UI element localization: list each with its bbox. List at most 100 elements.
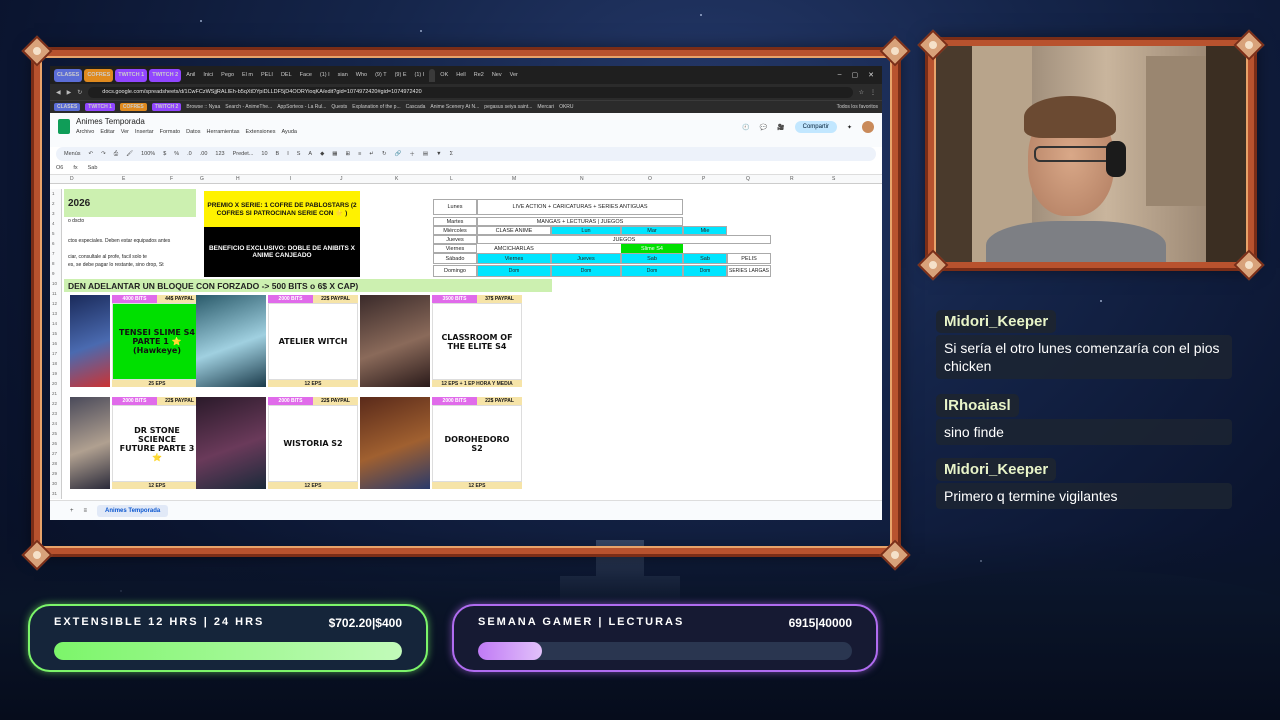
toolbar-item[interactable]: 123 [215,151,224,157]
row-number[interactable]: 21 [52,391,57,396]
browser-tab[interactable]: PELI [258,69,276,82]
anime-poster-image[interactable] [196,397,266,489]
chat-username[interactable]: lRhoaiasl [936,394,1019,417]
url-field[interactable]: docs.google.com/spreadsheets/d/1CwFCzWSj… [88,86,853,98]
row-number[interactable]: 27 [52,451,57,456]
browser-tab[interactable]: OK [437,69,451,82]
row-number[interactable]: 9 [52,271,55,276]
browser-tab[interactable]: El m [239,69,256,82]
row-number[interactable]: 5 [52,231,55,236]
row-number[interactable]: 6 [52,241,55,246]
schedule-day-label[interactable]: Sábado [433,253,477,264]
column-header[interactable]: H [236,176,240,182]
browser-tab[interactable]: Anil [183,69,198,82]
episode-count[interactable]: 25 EPS [112,380,202,387]
bookmark-item[interactable]: CLASES [54,103,81,111]
bits-price[interactable]: 2000 BITS [268,397,313,405]
browser-tab[interactable]: TWITCH 1 [115,68,148,82]
menu-item[interactable]: Herramientas [207,129,240,135]
beneficio-banner[interactable]: BENEFICIO EXCLUSIVO: DOBLE DE ANIBITS X … [204,227,360,277]
toolbar-item[interactable]: 10 [261,151,267,157]
chart-icon[interactable]: ▤ [423,151,428,157]
row-number[interactable]: 26 [52,441,57,446]
bits-price[interactable]: 2000 BITS [268,295,313,303]
toolbar-item[interactable]: 100% [141,151,155,157]
borders-icon[interactable]: ▦ [332,151,337,157]
column-header[interactable]: F [170,176,173,182]
column-header[interactable]: S [832,176,835,182]
browser-tab[interactable]: TWITCH 2 [149,68,182,82]
row-number[interactable]: 7 [52,251,55,256]
browser-tab[interactable]: Ver [507,69,521,82]
back-icon[interactable]: ◀ [56,89,61,96]
add-sheet-icon[interactable]: + [70,508,74,514]
schedule-viernes-slime[interactable]: Slime S4 [621,244,683,253]
bookmark-item[interactable]: TWITCH 1 [85,103,115,111]
browser-tab[interactable]: DEL [278,69,295,82]
row-number[interactable]: 28 [52,461,57,466]
undo-icon[interactable]: ↶ [89,151,94,157]
year-cell[interactable]: 2026 [64,189,196,217]
row-number[interactable]: 20 [52,381,57,386]
bits-price[interactable]: 4000 BITS [112,295,157,303]
episode-count[interactable]: 12 EPS [268,380,358,387]
schedule-sabado-cell[interactable]: Sab [621,253,683,264]
avatar[interactable] [862,121,874,133]
column-header[interactable]: Q [746,176,750,182]
headline-cell[interactable]: DEN ADELANTAR UN BLOQUE CON FORZADO -> 5… [64,279,552,292]
episode-count[interactable]: 12 EPS [112,482,202,489]
anime-title[interactable]: DOROHEDORO S2 [432,405,522,482]
row-number[interactable]: 23 [52,411,57,416]
row-number[interactable]: 29 [52,471,57,476]
align-icon[interactable]: ≡ [358,151,361,157]
episode-count[interactable]: 12 EPS [432,482,522,489]
bits-price[interactable]: 3500 BITS [432,295,477,303]
premio-banner[interactable]: PREMIO X SERIE: 1 COFRE DE PABLOSTARS (2… [204,191,360,227]
schedule-domingo-cell[interactable]: Dom [621,265,683,277]
bookmark-item[interactable]: Search - AnimeThe... [225,104,272,110]
note-cell[interactable]: es, se debe pagar lo restante, sino drop… [64,261,196,269]
column-header[interactable]: G [200,176,204,182]
schedule-sabado-cell[interactable]: Jueves [551,253,621,264]
row-number[interactable]: 17 [52,351,57,356]
row-number[interactable]: 4 [52,221,55,226]
document-title[interactable]: Animes Temporada [76,117,297,126]
paypal-price[interactable]: 22$ PAYPAL [313,397,358,405]
row-number[interactable]: 18 [52,361,57,366]
episode-count[interactable]: 12 EPS + 1 EP HORA Y MEDIA [432,380,522,387]
row-number[interactable]: 3 [52,211,55,216]
row-number[interactable]: 22 [52,401,57,406]
toolbar-item[interactable]: Predet... [233,151,254,157]
bookmark-item[interactable]: OKRU [559,104,573,110]
browser-tab[interactable]: Inici [200,69,216,82]
meet-icon[interactable]: 🎥 [777,124,784,131]
merge-icon[interactable]: ⊞ [346,151,351,157]
row-number[interactable]: 30 [52,481,57,486]
column-header[interactable]: R [790,176,794,182]
comments-icon[interactable]: 💬 [760,124,767,131]
column-header[interactable]: O [648,176,652,182]
anime-poster-image[interactable] [70,295,110,387]
wrap-icon[interactable]: ↵ [369,151,374,157]
schedule-day-label[interactable]: Domingo [433,265,477,277]
gemini-icon[interactable]: ✦ [847,124,852,131]
row-number[interactable]: 24 [52,421,57,426]
column-header[interactable]: I [290,176,291,182]
link-icon[interactable]: 🔗 [395,151,402,157]
print-icon[interactable]: ⎙ [114,151,118,158]
menu-item[interactable]: Editar [100,129,114,135]
column-header[interactable]: J [340,176,343,182]
menu-item[interactable]: Datos [186,129,200,135]
row-number[interactable]: 12 [52,301,57,306]
schedule-day-label[interactable]: Viernes [433,244,477,253]
anime-title[interactable]: WISTORIA S2 [268,405,358,482]
browser-tab[interactable] [429,68,436,82]
forward-icon[interactable]: ▶ [67,89,72,96]
schedule-day-label[interactable]: Miércoles [433,226,477,235]
schedule-day-label[interactable]: Jueves [433,235,477,244]
browser-tab[interactable]: (1) I [317,69,333,82]
browser-tab[interactable]: Pego [218,69,237,82]
row-number[interactable]: 8 [52,261,55,266]
spreadsheet-grid[interactable]: 1 2 3 4 5 6 7 8 9 10 11 12 13 14 15 16 17 18 19 20 21 22 23 24 2… [50,189,882,499]
row-number[interactable]: 11 [52,291,57,296]
